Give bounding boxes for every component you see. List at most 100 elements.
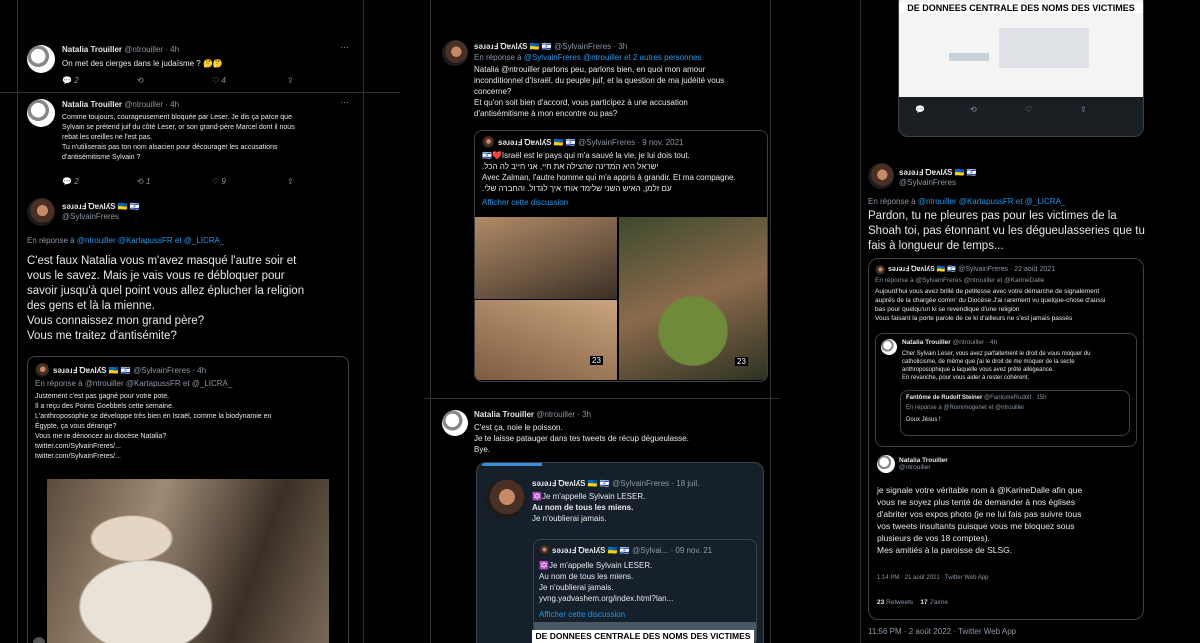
tweet-text: 🔯Je m'appelle Sylvain LESER. Au nom de t… xyxy=(532,491,645,524)
form-field xyxy=(949,53,989,61)
tweet-text: C'est ça, noie le poisson. Je te laisse … xyxy=(474,422,689,455)
retweet-button[interactable]: ⟲ xyxy=(970,105,1025,114)
text-line: vos tweets insultants puisque vous me bl… xyxy=(877,521,1075,531)
reply-context: En réponse à @SylvainFreres @ntrouiller … xyxy=(474,53,701,62)
text-line: vous ne soyez plus tenté de demander à n… xyxy=(877,497,1075,507)
avatar[interactable] xyxy=(27,99,55,127)
url-link[interactable]: twitter.com/SylvainFreres/... xyxy=(35,442,340,452)
border xyxy=(17,0,18,643)
text-line: catholicisme, de même que j'ai le droit … xyxy=(902,359,1075,365)
text-line: Bye. xyxy=(474,445,491,454)
tweet-header: Natalia Trouiller @ntrouiller · 4h xyxy=(902,339,997,346)
photo[interactable] xyxy=(619,217,767,380)
share-button[interactable]: ⇪ xyxy=(287,177,362,186)
progress-bar xyxy=(482,463,542,466)
text-line: Avec Zalman, l'autre homme qui m'a appri… xyxy=(482,173,736,182)
avatar[interactable] xyxy=(442,410,468,436)
tweet-text: On met des cierges dans le judaïsme ? 🤔🤔 xyxy=(62,59,223,68)
avatar[interactable] xyxy=(868,163,894,189)
avatar[interactable] xyxy=(27,198,55,226)
text-line: Je n'oublierai jamais. xyxy=(539,583,614,592)
quoted-tweet[interactable]: səɹəɹℲ ꝹɐʌlʎS 🇺🇦 🇮🇱 @SylvainFreres · 4h … xyxy=(27,356,349,643)
embedded-screenshot[interactable]: səɹəɹℲ ꝹɐʌlʎS 🇺🇦 🇮🇱 @SylvainFreres · 22 … xyxy=(868,258,1144,620)
reply-button[interactable]: 💬 xyxy=(915,105,970,114)
play-icon[interactable] xyxy=(33,637,45,643)
text-line: savoir jusqu'à quel point vous allez épl… xyxy=(27,285,305,297)
author-name[interactable]: səɹəɹℲ ꝹɐʌlʎS 🇺🇦 🇮🇱 xyxy=(474,42,552,51)
avatar xyxy=(881,339,897,355)
like-button[interactable]: ♡ 9 xyxy=(212,177,287,186)
author-name[interactable]: səɹəɹℲ ꝹɐʌlʎS 🇺🇦 🇮🇱 xyxy=(62,202,140,211)
author-name[interactable]: səɹəɹℲ ꝹɐʌlʎS 🇺🇦 🇮🇱 xyxy=(899,168,977,177)
text-line: ישראל היא המדינה שהצילה את חיי, אני חייב… xyxy=(482,162,659,171)
retweet-button[interactable]: ⟲ xyxy=(137,76,212,85)
tweet-header: səɹəɹℲ ꝹɐʌlʎS 🇺🇦 🇮🇱 @SylvainFreres · 18 … xyxy=(532,478,699,489)
text-line: Pardon, tu ne pleures pas pour les victi… xyxy=(868,210,1117,222)
author-name[interactable]: Natalia Trouiller xyxy=(62,100,122,109)
share-button[interactable]: ⇪ xyxy=(1080,105,1135,114)
text-line: Égypte, ça vous dérange? xyxy=(35,423,117,430)
reply-mentions[interactable]: @ntrouiller @KartapussFR et @_LICRA_ xyxy=(77,236,225,245)
author-name: səɹəɹℲ ꝹɐʌlʎS 🇺🇦 🇮🇱 xyxy=(53,366,131,375)
text-line: Vous me traitez d'antisémite? xyxy=(27,330,177,342)
avatar xyxy=(877,455,895,473)
more-icon[interactable]: ··· xyxy=(340,42,349,52)
text-line: vous le savez. Mais je vais vous re débl… xyxy=(27,270,285,282)
url-link[interactable]: twitter.com/SylvainFreres/... xyxy=(35,452,340,462)
share-button[interactable]: ⇪ xyxy=(287,76,362,85)
tweet-actions: 💬 2 ⟲ 1 ♡ 9 ⇪ xyxy=(62,177,362,186)
reply-context: En réponse à @ntrouiller @KartapussFR et… xyxy=(868,197,1065,206)
tweet-header: səɹəɹℲ ꝹɐʌlʎS 🇺🇦 🇮🇱 @SylvainFreres xyxy=(899,167,977,187)
author-name[interactable]: Natalia Trouiller xyxy=(474,410,534,419)
avatar[interactable] xyxy=(27,45,55,73)
photo-badge: 23 xyxy=(735,357,748,366)
show-thread-link[interactable]: Afficher cette discussion xyxy=(482,197,568,208)
more-icon[interactable]: ··· xyxy=(340,97,349,107)
author-name: Fantôme de Rudolf Steiner xyxy=(906,395,983,401)
tweet-actions: 💬 2 ⟲ ♡ 4 ⇪ xyxy=(62,76,362,85)
reply-prefix: En réponse à xyxy=(474,53,522,62)
tweet-header: səɹəɹℲ ꝹɐʌlʎS 🇺🇦 🇮🇱 @SylvainFreres · 9 n… xyxy=(498,137,683,148)
show-thread-link[interactable]: Afficher cette discussion xyxy=(539,610,625,619)
avatar xyxy=(35,363,49,377)
photo[interactable] xyxy=(475,300,617,380)
embedded-screenshot[interactable]: DE DONNEES CENTRALE DES NOMS DES VICTIME… xyxy=(898,0,1144,137)
photo[interactable] xyxy=(475,217,617,299)
quoted-tweet[interactable]: səɹəɹℲ ꝹɐʌlʎS 🇺🇦 🇮🇱 @SylvainFreres · 9 n… xyxy=(474,130,768,382)
tweet-text: 🔯Je m'appelle Sylvain LESER. Au nom de t… xyxy=(539,560,673,604)
text-line: C'est ça, noie le poisson. xyxy=(474,423,563,432)
retweet-button[interactable]: ⟲ 1 xyxy=(137,177,212,186)
video-thumbnail[interactable] xyxy=(47,479,329,643)
author-name: Natalia Trouiller xyxy=(902,339,951,346)
like-count: 4 xyxy=(221,76,226,85)
text-line: plusieurs de vos 18 comptes). xyxy=(877,533,990,543)
tweet-header: səɹəɹℲ ꝹɐʌlʎS 🇺🇦 🇮🇱 @Sylvai... · 09 nov.… xyxy=(552,545,712,556)
embedded-screenshot[interactable]: səɹəɹℲ ꝹɐʌlʎS 🇺🇦 🇮🇱 @SylvainFreres · 18 … xyxy=(476,462,764,643)
nested-quote[interactable]: səɹəɹℲ ꝹɐʌlʎS 🇺🇦 🇮🇱 @Sylvai... · 09 nov.… xyxy=(533,539,757,643)
reply-mentions[interactable]: @SylvainFreres @ntrouiller et 2 autres p… xyxy=(524,53,702,62)
like-button[interactable]: ♡ 4 xyxy=(212,76,287,85)
reply-mentions[interactable]: @ntrouiller @KartapussFR et @_LICRA_ xyxy=(918,197,1066,206)
reply-button[interactable]: 💬 2 xyxy=(62,177,137,186)
reply-context: En réponse à @ntrouiller @KartapussFR et… xyxy=(27,236,224,245)
text-line: Cher Sylvain Leser, vous avez parfaiteme… xyxy=(902,351,1091,357)
retweet-label: Retweets xyxy=(886,599,914,606)
reply-count: 2 xyxy=(74,76,79,85)
like-button[interactable]: ♡ xyxy=(1025,105,1080,114)
reply-context: En réponse à @Romimogenet et @ntrouiller xyxy=(906,405,1025,411)
border xyxy=(363,0,364,643)
url-link[interactable]: yvng.yadvashem.org/index.html?lan... xyxy=(539,593,673,604)
text-line: Justement c'est pas gagné pour votre pot… xyxy=(35,393,170,400)
avatar[interactable] xyxy=(442,40,468,66)
text-line: Tu n'utiliserais pas ton nom alsacien po… xyxy=(62,144,278,151)
text-line: Vous me re dénoncez au diocèse Natalia? xyxy=(35,433,167,440)
text-line: fais à longueur de temps... xyxy=(868,240,1004,252)
nested-quote: Natalia Trouiller @ntrouiller · 4h Cher … xyxy=(875,333,1137,447)
tweet-text: C'est faux Natalia vous m'avez masqué l'… xyxy=(27,254,362,344)
author-name[interactable]: Natalia Trouiller xyxy=(62,45,122,54)
author-handle: @ntrouiller · 4h xyxy=(124,100,180,109)
tweet-text: Comme toujours, courageusement bloquée p… xyxy=(62,113,362,163)
reply-button[interactable]: 💬 2 xyxy=(62,76,137,85)
text-line: Et qu'on soit bien d'accord, vous partic… xyxy=(474,98,688,107)
text-line: Sylvain se prétend juif du côté Leser, o… xyxy=(62,124,295,131)
